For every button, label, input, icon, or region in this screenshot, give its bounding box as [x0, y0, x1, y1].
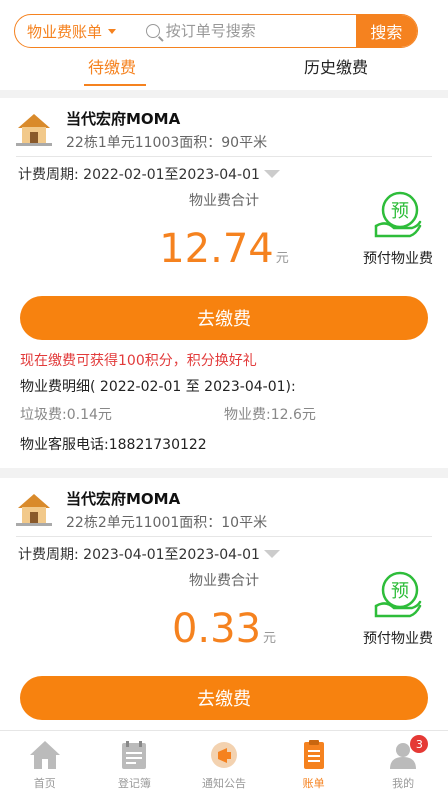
register-icon [122, 741, 147, 769]
house-icon [16, 114, 52, 146]
nav-label: 通知公告 [201, 777, 246, 790]
billing-period[interactable]: 计费周期: 2023-04-01至2023-04-01 [18, 544, 280, 564]
pay-button[interactable]: 去缴费 [20, 676, 428, 720]
amount-value: 12.74 [159, 226, 274, 272]
divider [16, 536, 432, 537]
pay-button[interactable]: 去缴费 [20, 296, 428, 340]
unit-info: 22栋2单元11001面积：10平米 [66, 515, 268, 531]
tab-history[interactable]: 历史缴费 [224, 54, 448, 88]
unit-info: 22栋1单元11003面积：90平米 [66, 135, 268, 151]
prepay-button[interactable]: 预 预付物业费 [350, 570, 446, 648]
top-bar: 物业费账单 搜索 待缴费 历史缴费 [0, 0, 448, 90]
billing-period[interactable]: 计费周期: 2022-02-01至2023-04-01 [18, 164, 280, 184]
bottom-nav: 首页 登记簿 通知公告 账单 3 我的 [0, 730, 448, 800]
bill-type-label: 物业费账单 [27, 22, 103, 41]
nav-bill[interactable]: 账单 [269, 731, 359, 800]
nav-notice[interactable]: 通知公告 [179, 731, 269, 800]
prepay-label: 预付物业费 [363, 631, 433, 647]
service-phone[interactable]: 物业客服电话:18821730122 [20, 434, 207, 454]
amount-currency: 元 [275, 251, 289, 266]
caret-down-icon [263, 550, 280, 558]
amount-currency: 元 [263, 631, 277, 646]
bill-card: 当代宏府MOMA 22栋1单元11003面积：90平米 计费周期: 2022-0… [0, 98, 448, 468]
caret-down-icon [108, 28, 117, 34]
bill-card: 当代宏府MOMA 22栋2单元11001面积：10平米 计费周期: 2023-0… [0, 478, 448, 738]
house-icon [16, 494, 52, 526]
nav-label: 账单 [302, 777, 325, 790]
svg-text:预: 预 [391, 581, 409, 602]
fee-property: 物业费:12.6元 [224, 407, 316, 423]
search-bar: 物业费账单 搜索 [14, 14, 418, 48]
prepay-button[interactable]: 预 预付物业费 [350, 190, 446, 268]
billing-period-text: 计费周期: 2022-02-01至2023-04-01 [18, 167, 260, 183]
bill-type-select[interactable]: 物业费账单 [15, 15, 138, 47]
notification-badge: 3 [410, 735, 429, 753]
search-button[interactable]: 搜索 [355, 15, 417, 47]
promo-text: 现在缴费可获得100积分，积分换好礼 [20, 353, 257, 369]
community-name: 当代宏府MOMA [66, 110, 181, 128]
search-icon [145, 24, 160, 38]
fee-detail-title: 物业费明细( 2022-02-01 至 2023-04-01): [20, 379, 296, 395]
nav-label: 我的 [392, 777, 415, 790]
search-input-box [138, 15, 356, 47]
home-icon [29, 741, 60, 769]
nav-register[interactable]: 登记簿 [90, 731, 180, 800]
nav-mine[interactable]: 3 我的 [358, 731, 448, 800]
fee-garbage: 垃圾费:0.14元 [20, 407, 112, 423]
nav-home[interactable]: 首页 [0, 731, 90, 800]
tab-pending[interactable]: 待缴费 [0, 54, 224, 88]
nav-label: 登记簿 [117, 777, 151, 790]
billing-period-text: 计费周期: 2023-04-01至2023-04-01 [18, 547, 260, 563]
nav-label: 首页 [33, 777, 56, 790]
prepay-label: 预付物业费 [363, 251, 433, 267]
prepay-icon: 预 [374, 191, 422, 238]
community-name: 当代宏府MOMA [66, 490, 181, 508]
prepay-icon: 预 [374, 571, 422, 618]
svg-text:预: 预 [391, 201, 409, 222]
caret-down-icon [263, 170, 280, 178]
bill-icon [303, 740, 324, 769]
amount-value: 0.33 [171, 606, 262, 652]
notice-icon [210, 742, 237, 768]
tabs: 待缴费 历史缴费 [0, 54, 448, 88]
search-input[interactable] [165, 22, 356, 40]
divider [16, 156, 432, 157]
